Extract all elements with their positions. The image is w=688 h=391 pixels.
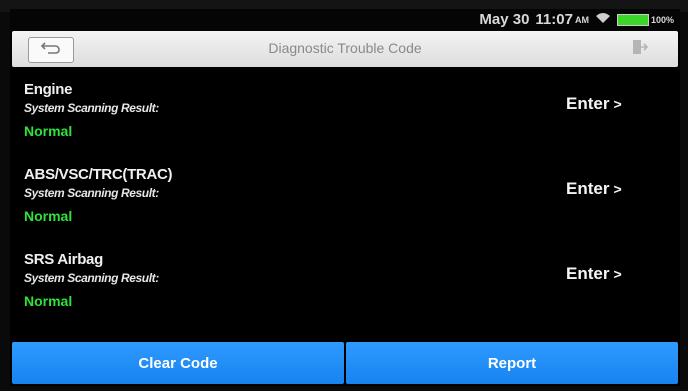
wifi-icon bbox=[595, 11, 611, 28]
status-bar: May 30 11:07 AM 100% bbox=[10, 9, 680, 31]
report-button[interactable]: Report bbox=[346, 342, 678, 384]
exit-icon bbox=[631, 38, 649, 61]
clear-code-button[interactable]: Clear Code bbox=[12, 342, 344, 384]
chevron-right-icon: > bbox=[613, 96, 622, 112]
scan-result-label: System Scanning Result: bbox=[24, 271, 159, 285]
status-date: May 30 bbox=[479, 11, 530, 28]
enter-label: Enter bbox=[566, 94, 610, 113]
system-name: Engine bbox=[24, 81, 73, 98]
chevron-right-icon: > bbox=[613, 181, 622, 197]
enter-label: Enter bbox=[566, 264, 610, 283]
battery-icon: 100% bbox=[616, 13, 674, 26]
bottom-action-bar: Clear Code Report bbox=[12, 342, 678, 384]
scan-status: Normal bbox=[24, 293, 73, 309]
scan-result-label: System Scanning Result: bbox=[24, 101, 159, 115]
scan-result-label: System Scanning Result: bbox=[24, 186, 159, 200]
status-ampm: AM bbox=[574, 14, 589, 25]
chevron-right-icon: > bbox=[613, 266, 622, 282]
enter-label: Enter bbox=[566, 179, 610, 198]
battery-level: 100% bbox=[650, 14, 674, 25]
enter-button-engine[interactable]: Enter > bbox=[566, 94, 622, 114]
exit-button[interactable] bbox=[620, 37, 660, 61]
system-name: SRS Airbag bbox=[24, 251, 103, 268]
battery-fill bbox=[616, 13, 649, 26]
system-row-srs: SRS Airbag System Scanning Result: Norma… bbox=[10, 241, 680, 325]
scan-status: Normal bbox=[24, 208, 73, 224]
enter-button-srs[interactable]: Enter > bbox=[566, 264, 622, 284]
device-screen: May 30 11:07 AM 100% Diagnostic Trouble … bbox=[10, 9, 680, 386]
system-row-engine: Engine System Scanning Result: Normal En… bbox=[10, 71, 680, 155]
title-bar: Diagnostic Trouble Code bbox=[12, 31, 678, 67]
system-row-abs: ABS/VSC/TRC(TRAC) System Scanning Result… bbox=[10, 156, 680, 240]
system-name: ABS/VSC/TRC(TRAC) bbox=[24, 166, 173, 183]
status-time: 11:07 bbox=[535, 11, 573, 28]
page-title: Diagnostic Trouble Code bbox=[268, 40, 422, 56]
enter-button-abs[interactable]: Enter > bbox=[566, 179, 622, 199]
status-indicators: May 30 11:07 AM 100% bbox=[479, 11, 674, 28]
scan-status: Normal bbox=[24, 123, 73, 139]
